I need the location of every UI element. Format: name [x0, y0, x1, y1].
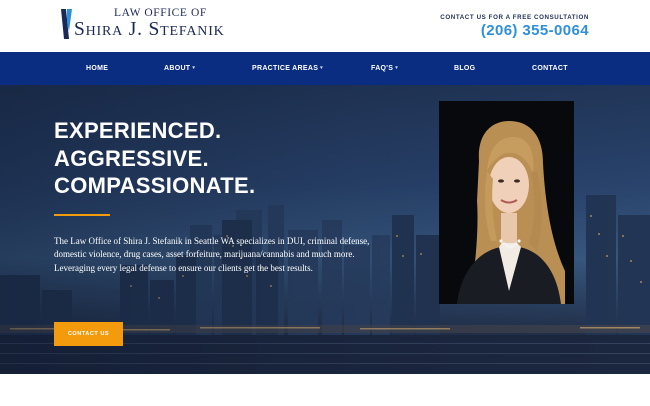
headline-divider [54, 214, 110, 216]
chevron-down-icon: ▾ [320, 65, 323, 71]
consultation-label: CONTACT US FOR A FREE CONSULTATION [440, 14, 589, 21]
attorney-portrait [439, 101, 574, 304]
nav-item-faqs[interactable]: FAQ'S ▾ [371, 52, 398, 85]
hero-headline: EXPERIENCED. AGGRESSIVE. COMPASSIONATE. [54, 117, 255, 200]
portrait-image [439, 101, 574, 304]
content-band [0, 374, 650, 406]
nav-item-label: ABOUT [164, 65, 191, 72]
nav-item-label: BLOG [454, 65, 476, 72]
main-navigation: HOME ABOUT ▾ PRACTICE AREAS ▾ FAQ'S ▾ BLOG … [0, 52, 650, 85]
headline-line: AGGRESSIVE. [54, 145, 209, 171]
phone-number-link[interactable]: (206) 355-0064 [481, 22, 589, 39]
nav-item-home[interactable]: HOME [86, 52, 108, 85]
headline-line: COMPASSIONATE. [54, 173, 256, 198]
nav-item-contact[interactable]: CONTACT [532, 52, 568, 85]
chevron-down-icon: ▾ [192, 65, 196, 71]
nav-item-label: PRACTICE AREAS [252, 65, 319, 72]
nav-item-label: FAQ'S [371, 65, 394, 72]
nav-item-practice-areas[interactable]: PRACTICE AREAS ▾ [252, 52, 323, 85]
nav-item-about[interactable]: ABOUT ▾ [164, 52, 195, 85]
site-logo[interactable]: LAW OFFICE OF Shira J. Stefanik [60, 7, 250, 43]
contact-us-button[interactable]: CONTACT US [54, 322, 123, 346]
nav-item-blog[interactable]: BLOG [454, 52, 475, 85]
hero-description: The Law Office of Shira J. Stefanik in S… [54, 236, 370, 273]
logo-text-name: Shira J. Stefanik [74, 19, 225, 40]
headline-line: EXPERIENCED. [54, 118, 222, 143]
logo-mark-icon [61, 9, 72, 39]
nav-item-label: HOME [86, 65, 109, 72]
logo-text-top: LAW OFFICE OF [114, 7, 207, 19]
chevron-down-icon: ▾ [395, 65, 399, 71]
nav-item-label: CONTACT [532, 65, 568, 72]
site-header: LAW OFFICE OF Shira J. Stefanik CONTACT … [0, 0, 650, 52]
